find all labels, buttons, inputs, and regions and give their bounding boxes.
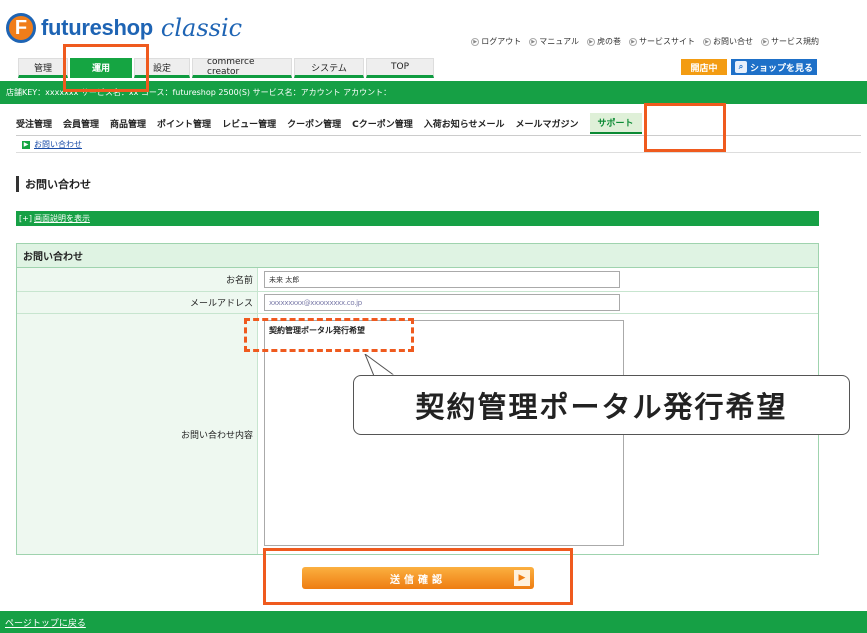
- breadcrumb-contact-link[interactable]: お問い合わせ: [34, 139, 82, 150]
- arrow-circle-icon: ▶: [703, 37, 711, 46]
- breadcrumb-divider: [16, 152, 861, 153]
- content-label: お問い合わせ内容: [17, 314, 258, 554]
- tips-link[interactable]: ▶ 虎の巻: [587, 36, 621, 47]
- logo-mark-icon: F: [6, 13, 36, 43]
- back-to-top-link[interactable]: ページトップに戻る: [5, 616, 86, 629]
- view-shop-button[interactable]: ⌕ ショップを見る: [731, 59, 817, 75]
- highlight-content-text: [244, 318, 414, 352]
- header-buttons: 開店中 ⌕ ショップを見る: [681, 59, 817, 75]
- tab-commerce-creator[interactable]: commerce creator: [192, 57, 292, 78]
- subnav-members[interactable]: 会員管理: [63, 117, 99, 130]
- magnifier-icon: ⌕: [734, 61, 747, 73]
- contact-link[interactable]: ▶ お問い合せ: [703, 36, 753, 47]
- name-label: お名前: [17, 268, 258, 291]
- store-open-button[interactable]: 開店中: [681, 59, 727, 75]
- help-bar: [+] 画面説明を表示: [16, 211, 819, 226]
- callout-text: 契約管理ポータル発行希望: [353, 375, 850, 435]
- name-row: お名前 未来 太郎: [17, 268, 818, 292]
- arrow-square-icon: ▶: [22, 140, 30, 149]
- subnav-c-coupons[interactable]: Cクーポン管理: [352, 117, 413, 130]
- highlight-unyo-tab: [63, 44, 149, 92]
- service-site-link[interactable]: ▶ サービスサイト: [629, 36, 695, 47]
- subnav-orders[interactable]: 受注管理: [16, 117, 52, 130]
- brand-suffix: classic: [160, 14, 243, 42]
- sub-navigation: 受注管理 会員管理 商品管理 ポイント管理 レビュー管理 クーポン管理 Cクーポ…: [16, 112, 642, 134]
- highlight-submit: [263, 548, 573, 605]
- name-input[interactable]: 未来 太郎: [264, 271, 620, 288]
- page-title: お問い合わせ: [16, 176, 91, 192]
- email-row: メールアドレス xxxxxxxxx@xxxxxxxxx.co.jp: [17, 292, 818, 314]
- subnav-points[interactable]: ポイント管理: [157, 117, 211, 130]
- breadcrumb: ▶ お問い合わせ: [22, 139, 82, 150]
- tab-kanri[interactable]: 管理: [18, 58, 68, 78]
- terms-link[interactable]: ▶ サービス規約: [761, 36, 819, 47]
- show-help-link[interactable]: 画面説明を表示: [34, 213, 90, 224]
- arrow-circle-icon: ▶: [587, 37, 595, 46]
- email-label: メールアドレス: [17, 292, 258, 313]
- form-heading: お問い合わせ: [17, 244, 818, 268]
- logout-link[interactable]: ▶ ログアウト: [471, 36, 521, 47]
- email-input[interactable]: xxxxxxxxx@xxxxxxxxx.co.jp: [264, 294, 620, 311]
- subnav-divider: [16, 135, 861, 136]
- arrow-circle-icon: ▶: [529, 37, 538, 46]
- footer-bar: ページトップに戻る: [0, 611, 867, 633]
- tab-top[interactable]: TOP: [366, 58, 434, 78]
- subnav-coupons[interactable]: クーポン管理: [287, 117, 341, 130]
- subnav-reviews[interactable]: レビュー管理: [222, 117, 276, 130]
- arrow-circle-icon: ▶: [471, 37, 480, 46]
- subnav-support[interactable]: サポート: [589, 112, 642, 134]
- brand-name: futureshop: [41, 15, 153, 40]
- brand-logo: F futureshop classic: [6, 8, 242, 48]
- subnav-products[interactable]: 商品管理: [110, 117, 146, 130]
- top-links: ▶ ログアウト ▶ マニュアル ▶ 虎の巻 ▶ サービスサイト ▶ お問い合せ ▶ サービス…: [471, 36, 819, 47]
- subnav-mail-magazine[interactable]: メールマガジン: [516, 117, 579, 130]
- subnav-restock-mail[interactable]: 入荷お知らせメール: [424, 117, 505, 130]
- highlight-support: [644, 103, 726, 152]
- arrow-circle-icon: ▶: [629, 37, 637, 46]
- manual-link[interactable]: ▶ マニュアル: [529, 36, 579, 47]
- tab-system[interactable]: システム: [294, 58, 364, 78]
- expand-marker: [+]: [19, 214, 32, 223]
- arrow-circle-icon: ▶: [761, 37, 769, 46]
